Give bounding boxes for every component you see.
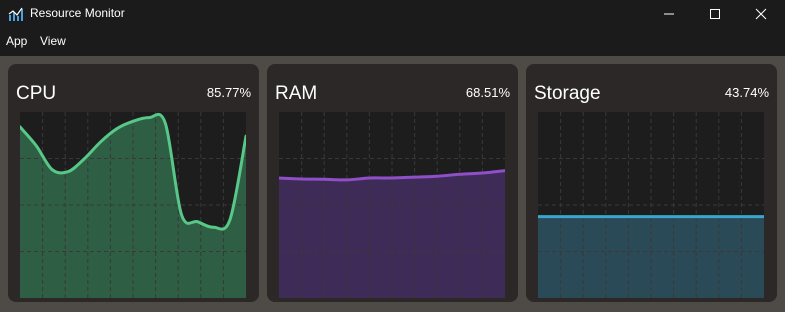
menu-app[interactable]: App	[6, 34, 27, 48]
storage-chart	[538, 112, 764, 298]
storage-card: Storage 43.74%	[526, 64, 777, 302]
cpu-chart-svg	[20, 112, 246, 298]
window-title: Resource Monitor	[30, 6, 125, 20]
chart-app-icon	[8, 7, 23, 21]
cpu-chart	[20, 112, 246, 298]
title-bar: Resource Monitor	[0, 0, 785, 28]
minimize-button[interactable]	[647, 0, 691, 28]
minimize-icon	[664, 13, 674, 15]
cpu-card: CPU 85.77%	[8, 64, 259, 302]
ram-card: RAM 68.51%	[267, 64, 518, 302]
ram-chart-svg	[279, 112, 505, 298]
cpu-title: CPU	[16, 83, 57, 104]
maximize-icon	[710, 9, 720, 19]
storage-title: Storage	[534, 83, 601, 104]
ram-title: RAM	[275, 83, 318, 104]
maximize-button[interactable]	[693, 0, 737, 28]
cpu-percent: 85.77%	[206, 85, 251, 100]
menu-view[interactable]: View	[40, 34, 66, 48]
ram-percent: 68.51%	[465, 85, 510, 100]
close-button[interactable]	[739, 0, 783, 28]
storage-percent: 43.74%	[724, 85, 769, 100]
close-icon	[755, 8, 767, 20]
storage-area-fill	[538, 216, 764, 298]
ram-chart	[279, 112, 505, 298]
monitor-panel: CPU 85.77% RAM 68.51% Storage 43.74%	[0, 56, 785, 312]
menu-bar: App View	[0, 30, 785, 54]
storage-chart-svg	[538, 112, 764, 298]
